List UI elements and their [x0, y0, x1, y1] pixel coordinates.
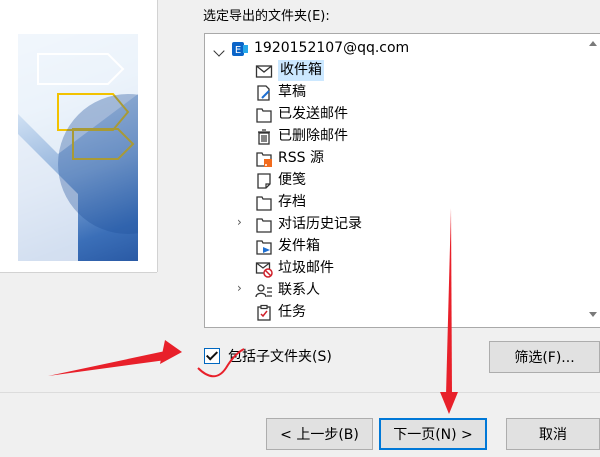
include-subfolders-checkbox[interactable] — [204, 348, 220, 364]
note-icon — [255, 172, 273, 190]
folder-icon — [255, 194, 273, 212]
next-button[interactable]: 下一页(N) > — [379, 418, 487, 450]
scroll-down-arrow-icon[interactable] — [589, 312, 597, 317]
wizard-side-panel — [0, 0, 157, 272]
tree-item-archive[interactable]: 存档 — [255, 192, 306, 213]
tree-item-label: 垃圾邮件 — [278, 260, 334, 276]
side-panel-border-bottom — [0, 272, 157, 273]
exchange-account-icon: E — [231, 40, 249, 58]
tree-item-label: 任务 — [278, 304, 306, 320]
trash-icon — [255, 128, 273, 146]
folder-icon — [255, 106, 273, 124]
folder-icon — [255, 216, 273, 234]
tree-item-label: 草稿 — [278, 84, 306, 100]
tree-account-node[interactable]: E 1920152107@qq.com — [231, 38, 409, 59]
folder-tree[interactable]: E 1920152107@qq.com 收件箱 草稿 已发送邮件 已删除邮件 R… — [204, 33, 600, 328]
arrow-to-checkbox-icon — [48, 350, 170, 376]
rss-icon — [255, 150, 273, 168]
expand-chevron-icon[interactable]: › — [237, 281, 242, 295]
tree-item-junk[interactable]: 垃圾邮件 — [255, 258, 334, 279]
tasks-icon — [255, 304, 273, 322]
contacts-icon — [255, 282, 273, 300]
tree-item-rss[interactable]: RSS 源 — [255, 148, 324, 169]
svg-text:E: E — [235, 45, 241, 56]
include-subfolders-option[interactable]: 包括子文件夹(S) — [204, 346, 332, 366]
side-panel-border — [157, 0, 158, 272]
tree-item-label: RSS 源 — [278, 150, 324, 166]
folder-select-label: 选定导出的文件夹(E): — [203, 9, 330, 24]
scroll-up-arrow-icon[interactable] — [589, 41, 597, 46]
footer-divider — [0, 392, 600, 393]
account-label: 1920152107@qq.com — [254, 40, 410, 56]
tree-item-tasks[interactable]: 任务 — [255, 302, 306, 323]
tree-item-label: 存档 — [278, 194, 306, 210]
tree-item-deleted[interactable]: 已删除邮件 — [255, 126, 348, 147]
wizard-illustration — [18, 34, 138, 261]
back-button[interactable]: < 上一步(B) — [266, 418, 373, 450]
tree-item-sent[interactable]: 已发送邮件 — [255, 104, 348, 125]
include-subfolders-label: 包括子文件夹(S) — [228, 349, 332, 365]
collapse-chevron-icon[interactable] — [213, 45, 225, 57]
tree-item-drafts[interactable]: 草稿 — [255, 82, 306, 103]
tree-item-label: 联系人 — [278, 282, 320, 298]
tree-item-notes[interactable]: 便笺 — [255, 170, 306, 191]
tree-item-conversation-history[interactable]: 对话历史记录 — [255, 214, 362, 235]
outbox-icon — [255, 238, 273, 256]
tree-item-label: 收件箱 — [278, 60, 324, 81]
tree-item-label: 已发送邮件 — [278, 106, 348, 122]
tree-item-label: 便笺 — [278, 172, 306, 188]
tree-item-label: 发件箱 — [278, 238, 320, 254]
drafts-icon — [255, 84, 273, 102]
cancel-button[interactable]: 取消 — [506, 418, 600, 450]
tree-item-contacts[interactable]: 联系人 — [255, 280, 320, 301]
junk-icon — [255, 260, 273, 278]
tree-item-inbox[interactable]: 收件箱 — [255, 60, 324, 81]
tree-item-outbox[interactable]: 发件箱 — [255, 236, 320, 257]
inbox-icon — [255, 62, 273, 80]
expand-chevron-icon[interactable]: › — [237, 215, 242, 229]
filter-button[interactable]: 筛选(F)... — [489, 341, 600, 373]
tree-item-label: 对话历史记录 — [278, 216, 362, 232]
tree-item-label: 已删除邮件 — [278, 128, 348, 144]
